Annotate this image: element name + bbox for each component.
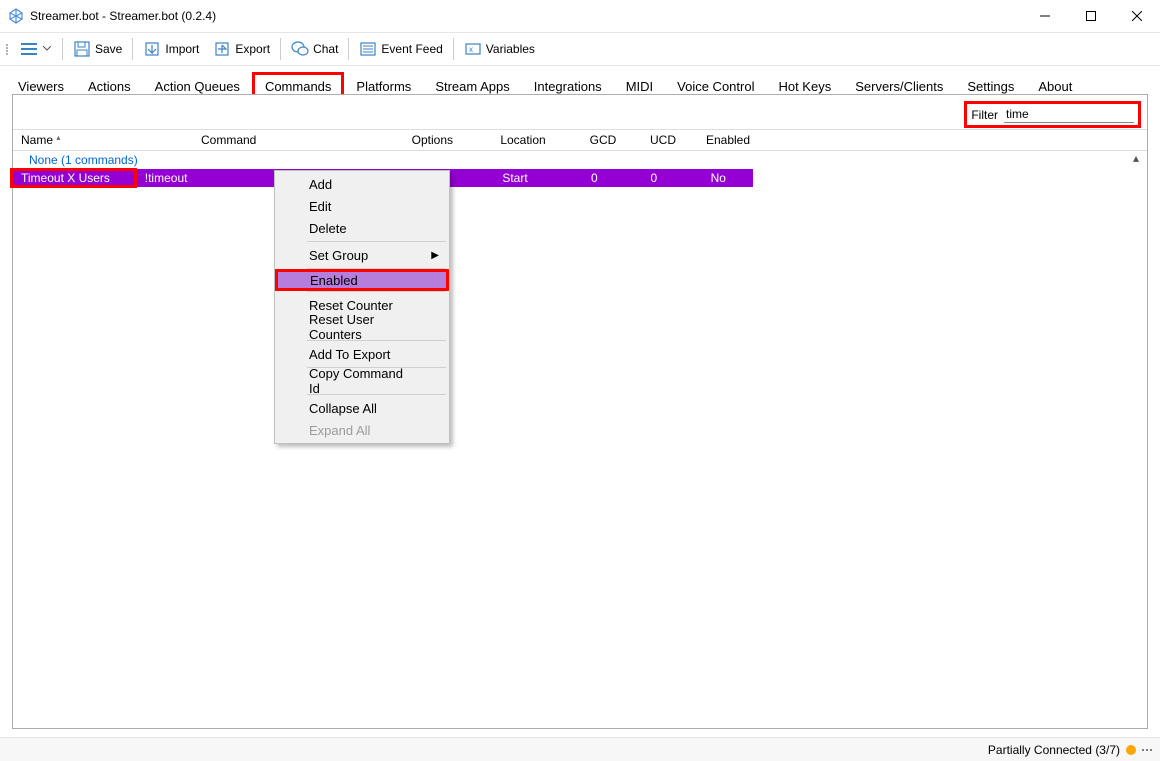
import-button[interactable]: Import [137, 35, 205, 63]
chat-label: Chat [313, 42, 338, 56]
import-label: Import [165, 42, 199, 56]
resize-grip-icon[interactable] [1142, 749, 1152, 751]
col-gcd[interactable]: GCD [573, 133, 633, 147]
context-enabled[interactable]: Enabled [275, 269, 449, 291]
row-name: Timeout X Users [10, 168, 137, 188]
column-headers: Name ▴ Command Options Location GCD UCD … [13, 129, 1147, 151]
import-icon [143, 40, 161, 58]
toolbar-separator [62, 38, 63, 60]
export-icon [213, 40, 231, 58]
context-expand-all: Expand All [277, 419, 447, 441]
hamburger-icon [20, 40, 38, 58]
chevron-down-icon [42, 46, 52, 52]
filter-input[interactable] [1004, 106, 1134, 123]
row-gcd: 0 [565, 171, 625, 185]
chat-button[interactable]: Chat [285, 35, 344, 63]
minimize-button[interactable] [1022, 0, 1068, 32]
context-separator [307, 241, 446, 242]
collapse-group-icon[interactable]: ▴ [1129, 151, 1143, 165]
col-location[interactable]: Location [473, 133, 573, 147]
context-menu: AddEditDeleteSet Group▶EnabledReset Coun… [274, 170, 450, 444]
row-ucd: 0 [624, 171, 684, 185]
window-controls [1022, 0, 1160, 32]
save-label: Save [95, 42, 122, 56]
col-enabled[interactable]: Enabled [693, 133, 763, 147]
export-label: Export [235, 42, 270, 56]
toolbar-grip[interactable] [6, 37, 10, 61]
submenu-arrow-icon: ▶ [431, 250, 439, 261]
eventfeed-label: Event Feed [381, 42, 442, 56]
toolbar-separator [453, 38, 454, 60]
statusbar: Partially Connected (3/7) [0, 737, 1160, 761]
save-button[interactable]: Save [67, 35, 128, 63]
filter-label: Filter [971, 108, 998, 122]
close-button[interactable] [1114, 0, 1160, 32]
context-add-to-export[interactable]: Add To Export [277, 343, 447, 365]
context-copy-command-id[interactable]: Copy Command Id [277, 370, 447, 392]
context-collapse-all[interactable]: Collapse All [277, 397, 447, 419]
app-icon [8, 8, 24, 24]
toolbar-separator [348, 38, 349, 60]
window-title: Streamer.bot - Streamer.bot (0.2.4) [30, 9, 216, 23]
svg-text:x: x [469, 45, 473, 54]
context-add[interactable]: Add [277, 173, 447, 195]
status-text: Partially Connected (3/7) [988, 743, 1120, 757]
maximize-button[interactable] [1068, 0, 1114, 32]
save-icon [73, 40, 91, 58]
chat-icon [291, 40, 309, 58]
toolbar: Save Import Export Chat Event Feed x Var… [0, 32, 1160, 66]
export-button[interactable]: Export [207, 35, 276, 63]
col-command[interactable]: Command [193, 133, 378, 147]
titlebar: Streamer.bot - Streamer.bot (0.2.4) [0, 0, 1160, 32]
col-name[interactable]: Name ▴ [13, 133, 193, 147]
toolbar-separator [132, 38, 133, 60]
row-enabled: No [684, 171, 753, 185]
filter-box: Filter [964, 101, 1141, 128]
toolbar-separator [280, 38, 281, 60]
col-options[interactable]: Options [378, 133, 473, 147]
variables-button[interactable]: x Variables [458, 35, 541, 63]
hamburger-button[interactable] [14, 35, 58, 63]
row-location: Start [465, 171, 564, 185]
commands-panel: Filter Name ▴ Command Options Location G… [12, 94, 1148, 729]
status-indicator-icon [1126, 745, 1136, 755]
eventfeed-icon [359, 40, 377, 58]
eventfeed-button[interactable]: Event Feed [353, 35, 448, 63]
variables-icon: x [464, 40, 482, 58]
col-ucd[interactable]: UCD [633, 133, 693, 147]
context-reset-user-counters[interactable]: Reset User Counters [277, 316, 447, 338]
context-separator [307, 291, 446, 292]
group-row[interactable]: None (1 commands) [13, 151, 1129, 169]
sort-up-icon: ▴ [56, 133, 60, 142]
context-delete[interactable]: Delete [277, 217, 447, 239]
context-set-group[interactable]: Set Group▶ [277, 244, 447, 266]
context-edit[interactable]: Edit [277, 195, 447, 217]
variables-label: Variables [486, 42, 535, 56]
